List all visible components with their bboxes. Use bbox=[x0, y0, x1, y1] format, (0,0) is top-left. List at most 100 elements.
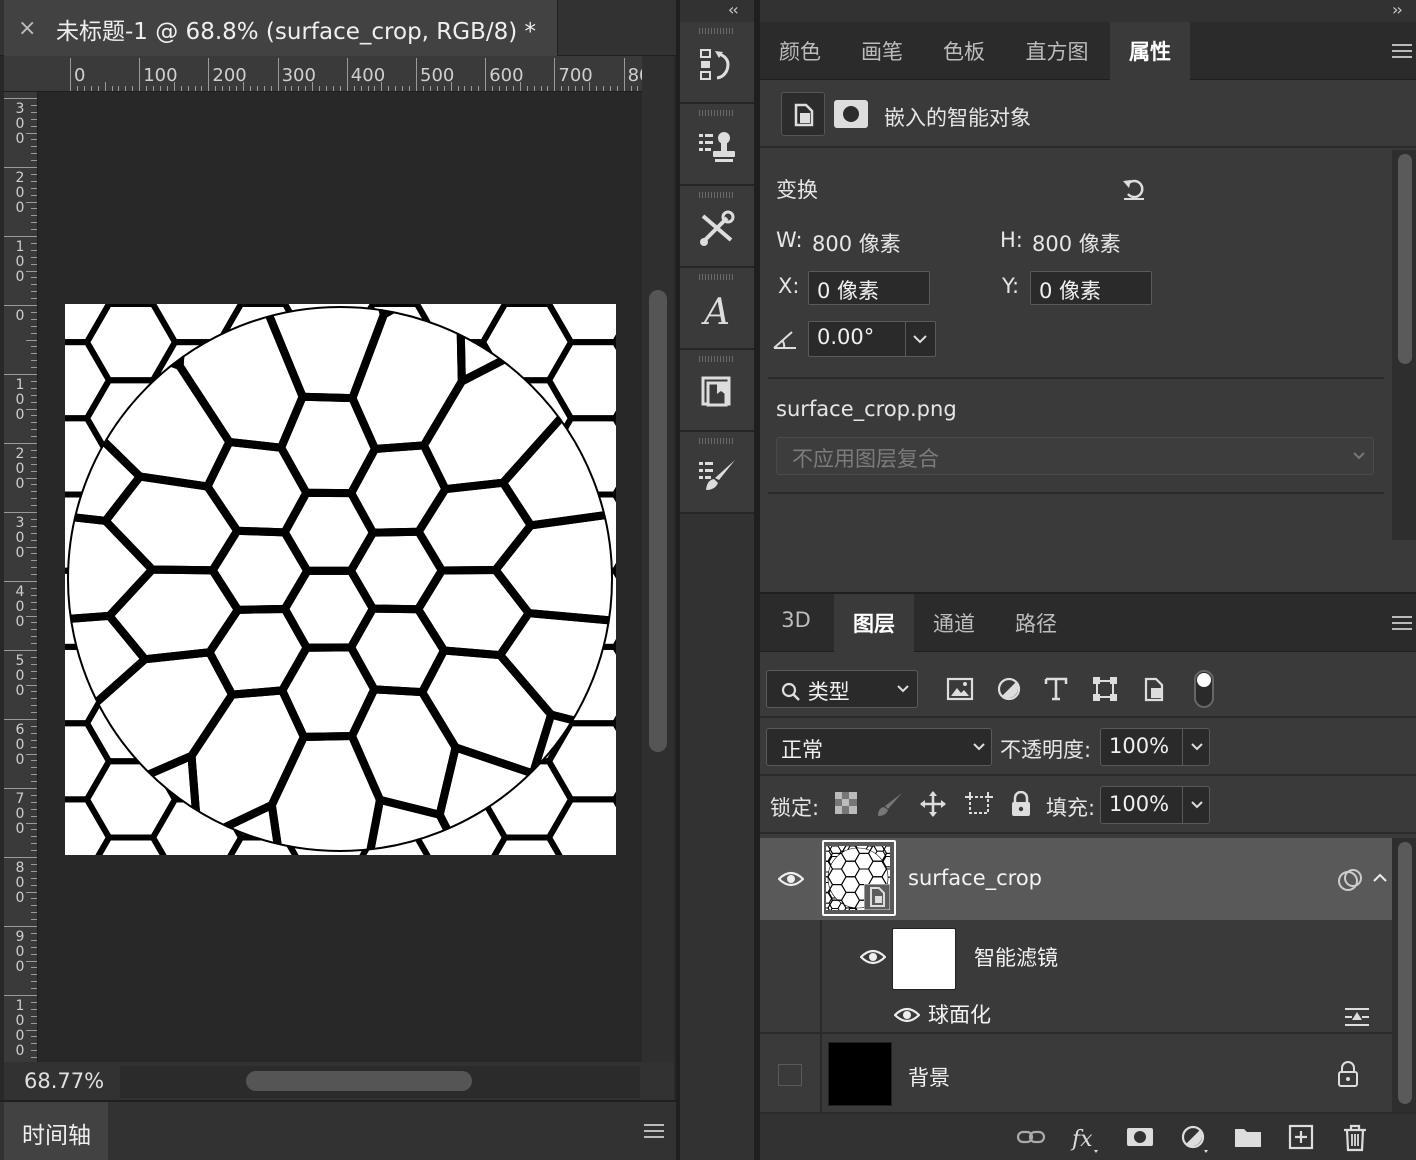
filter-name-spherize[interactable]: 球面化 bbox=[928, 999, 991, 1029]
ruler-minor-tick bbox=[31, 470, 37, 472]
ruler-minor-tick bbox=[312, 82, 314, 91]
tab-paths[interactable]: 路径 bbox=[996, 594, 1076, 652]
properties-scroll-thumb[interactable] bbox=[1398, 154, 1412, 364]
timeline-menu-icon[interactable] bbox=[644, 1124, 664, 1138]
tab-swatches[interactable]: 色板 bbox=[924, 22, 1004, 80]
tab-properties[interactable]: 属性 bbox=[1110, 22, 1190, 80]
smart-filter-mask-thumbnail[interactable] bbox=[892, 928, 956, 990]
blend-mode-select[interactable]: 正常 bbox=[766, 728, 992, 766]
layer-row-background[interactable]: 背景 bbox=[760, 1034, 1392, 1112]
ruler-minor-tick bbox=[31, 318, 37, 320]
tool-libraries[interactable] bbox=[680, 350, 754, 432]
tab-histogram[interactable]: 直方图 bbox=[1006, 22, 1108, 80]
canvas-image[interactable] bbox=[65, 304, 616, 855]
ruler-minor-tick bbox=[31, 104, 37, 106]
document-tab[interactable]: × 未标题-1 @ 68.8% (surface_crop, RGB/8) * bbox=[4, 0, 558, 56]
ruler-minor-tick bbox=[31, 436, 37, 438]
layers-scroll-thumb[interactable] bbox=[1398, 842, 1412, 1104]
ruler-minor-tick bbox=[26, 408, 37, 410]
vertical-scroll-thumb[interactable] bbox=[649, 290, 667, 752]
ruler-minor-tick bbox=[31, 629, 37, 631]
tab-brush[interactable]: 画笔 bbox=[842, 22, 922, 80]
lock-position-icon[interactable] bbox=[920, 791, 946, 817]
clone-source-icon bbox=[699, 132, 735, 162]
filter-pixel-icon[interactable] bbox=[946, 676, 974, 702]
properties-menu-icon[interactable] bbox=[1392, 44, 1412, 58]
chevron-up-icon[interactable] bbox=[1372, 872, 1388, 884]
visibility-eye-icon[interactable] bbox=[894, 1006, 920, 1024]
layers-menu-icon[interactable] bbox=[1392, 616, 1412, 630]
horizontal-ruler[interactable]: 0 100 200 300 400 500 600 700 80 bbox=[4, 56, 642, 92]
link-layers-icon[interactable] bbox=[1016, 1124, 1046, 1150]
chevron-down-icon bbox=[973, 743, 985, 751]
add-mask-icon[interactable] bbox=[1126, 1124, 1154, 1150]
visibility-toggle-empty[interactable] bbox=[778, 1064, 802, 1086]
visibility-eye-icon[interactable] bbox=[778, 870, 804, 888]
ruler-minor-tick bbox=[31, 1036, 37, 1038]
new-group-icon[interactable] bbox=[1234, 1124, 1262, 1150]
layer-name-surface-crop[interactable]: surface_crop bbox=[908, 866, 1042, 890]
delete-layer-icon[interactable] bbox=[1342, 1124, 1368, 1152]
tab-color[interactable]: 颜色 bbox=[760, 22, 840, 80]
ruler-minor-tick bbox=[31, 919, 37, 921]
ruler-minor-tick bbox=[31, 553, 37, 555]
ruler-minor-tick bbox=[31, 456, 37, 458]
smart-filters-indicator-icon[interactable] bbox=[1338, 868, 1364, 892]
chevron-down-icon[interactable] bbox=[912, 333, 928, 345]
tab-channels[interactable]: 通道 bbox=[914, 594, 994, 652]
horizontal-scroll-thumb[interactable] bbox=[246, 1071, 472, 1091]
lock-all-icon[interactable] bbox=[1010, 791, 1032, 817]
blend-mode-value: 正常 bbox=[781, 738, 823, 762]
divider bbox=[768, 377, 1384, 379]
layer-locked-icon[interactable] bbox=[1336, 1060, 1360, 1088]
visibility-eye-icon[interactable] bbox=[860, 948, 886, 966]
ruler-minor-tick bbox=[31, 180, 37, 182]
close-tab-icon[interactable]: × bbox=[18, 16, 36, 41]
ruler-minor-tick bbox=[26, 270, 37, 272]
tab-3d[interactable]: 3D bbox=[760, 594, 832, 652]
layer-name-background[interactable]: 背景 bbox=[908, 1062, 950, 1092]
filter-type-icon[interactable] bbox=[1044, 676, 1068, 702]
search-icon bbox=[781, 682, 800, 701]
tool-character-styles[interactable]: A bbox=[680, 268, 754, 350]
layer-row-surface-crop[interactable]: surface_crop bbox=[760, 838, 1392, 920]
smart-filters-label[interactable]: 智能滤镜 bbox=[974, 942, 1058, 972]
filter-adjustment-icon[interactable] bbox=[996, 676, 1022, 702]
ruler-minor-tick bbox=[31, 932, 37, 934]
new-layer-icon[interactable] bbox=[1288, 1124, 1314, 1150]
lock-transparent-icon[interactable] bbox=[834, 791, 858, 815]
filter-smart-object-icon[interactable] bbox=[1142, 676, 1166, 702]
chevron-down-icon[interactable] bbox=[1190, 800, 1204, 810]
ruler-minor-tick bbox=[31, 560, 37, 562]
smart-object-button[interactable] bbox=[781, 92, 825, 136]
collapse-panels-icon[interactable]: ‹‹ bbox=[728, 0, 739, 19]
tool-history[interactable] bbox=[680, 22, 754, 104]
expand-panels-icon[interactable]: ›› bbox=[1392, 0, 1403, 19]
lock-pixels-icon[interactable] bbox=[876, 791, 904, 817]
mask-button[interactable] bbox=[834, 100, 868, 128]
ruler-minor-tick bbox=[31, 505, 37, 507]
tool-presets[interactable] bbox=[680, 186, 754, 268]
chevron-down-icon[interactable] bbox=[1190, 742, 1204, 752]
layer-effects-icon[interactable]: fx bbox=[1070, 1124, 1102, 1154]
ruler-minor-tick bbox=[31, 974, 37, 976]
filter-shape-icon[interactable] bbox=[1092, 676, 1118, 702]
x-position-field[interactable]: 0 像素 bbox=[808, 271, 930, 305]
y-position-field[interactable]: 0 像素 bbox=[1030, 271, 1152, 305]
hexagon-cell bbox=[612, 715, 616, 731]
tool-clone-source[interactable] bbox=[680, 104, 754, 186]
new-adjustment-layer-icon[interactable] bbox=[1180, 1124, 1210, 1154]
ruler-minor-tick bbox=[31, 601, 37, 603]
ruler-minor-tick bbox=[31, 415, 37, 417]
ruler-label: 0 bbox=[15, 308, 25, 324]
tab-layers[interactable]: 图层 bbox=[834, 594, 914, 652]
lock-artboard-icon[interactable] bbox=[964, 791, 994, 817]
zoom-level[interactable]: 68.77% bbox=[24, 1069, 104, 1093]
reset-transform-icon[interactable] bbox=[1120, 174, 1148, 202]
ruler-major-tick bbox=[4, 98, 37, 99]
vertical-ruler[interactable]: 3 0 0 2 0 0 1 0 0 0 1 0 0 2 0 0 3 0 0 4 0 0 5 0 … bbox=[4, 92, 38, 1062]
tool-brush-settings[interactable] bbox=[680, 432, 754, 514]
ruler-minor-tick bbox=[31, 360, 37, 362]
filter-blending-options-icon[interactable] bbox=[1344, 1006, 1370, 1028]
filter-toggle-switch[interactable] bbox=[1194, 670, 1214, 708]
